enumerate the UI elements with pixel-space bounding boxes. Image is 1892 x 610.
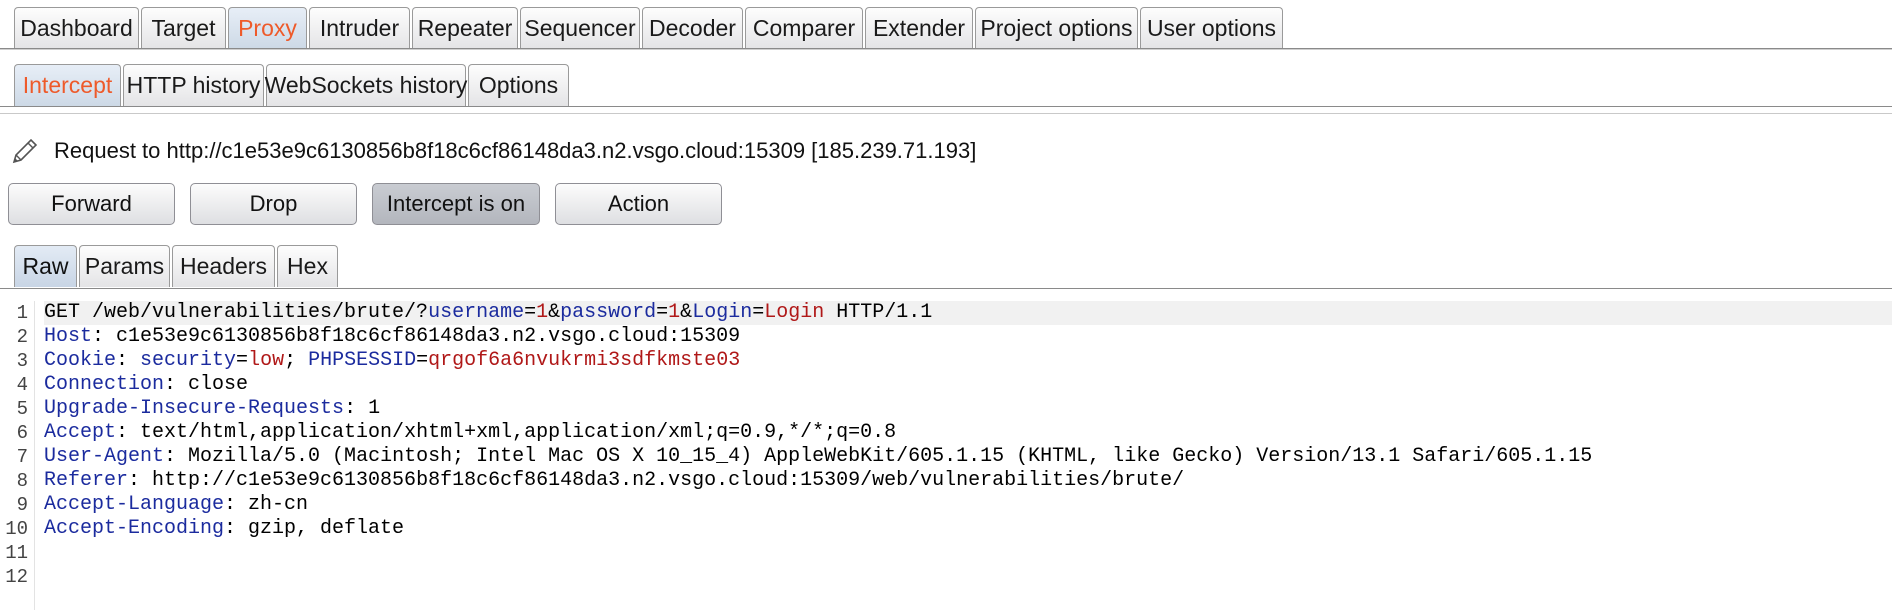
line-number: 8 bbox=[16, 470, 28, 492]
tab-decoder[interactable]: Decoder bbox=[642, 7, 743, 49]
header-name: Host bbox=[44, 325, 93, 348]
line-number: 2 bbox=[16, 326, 28, 348]
raw-request-editor[interactable]: 1 2 3 4 5 6 7 8 9 10 11 12 GET /web/vuln… bbox=[0, 291, 1892, 610]
line-number: 12 bbox=[5, 566, 28, 588]
param-value: 1 bbox=[536, 301, 549, 324]
param-eq: = bbox=[752, 301, 765, 324]
param-amp: & bbox=[548, 301, 561, 324]
http-version: HTTP/1.1 bbox=[824, 301, 933, 324]
action-button[interactable]: Action bbox=[555, 183, 722, 225]
header-value: : http://c1e53e9c6130856b8f18c6cf86148da… bbox=[128, 469, 1185, 492]
header-name: Accept bbox=[44, 421, 117, 444]
tab-target[interactable]: Target bbox=[141, 7, 226, 49]
header-line-host[interactable]: Host: c1e53e9c6130856b8f18c6cf86148da3.n… bbox=[44, 325, 1892, 349]
tab-sequencer[interactable]: Sequencer bbox=[520, 7, 640, 49]
param-key: Login bbox=[692, 301, 753, 324]
cookie-key: PHPSESSID bbox=[308, 349, 417, 372]
header-line-accept-language[interactable]: Accept-Language: zh-cn bbox=[44, 493, 1892, 517]
line-number: 1 bbox=[16, 302, 28, 324]
tab-user-options[interactable]: User options bbox=[1140, 7, 1283, 49]
proxy-tab-divider-lower bbox=[0, 113, 1892, 114]
header-value: : zh-cn bbox=[224, 493, 309, 516]
header-name: Cookie bbox=[44, 349, 117, 372]
tab-raw[interactable]: Raw bbox=[14, 245, 77, 287]
message-view-tab-bar: Raw Params Headers Hex bbox=[0, 245, 1892, 290]
cookie-eq: = bbox=[236, 349, 249, 372]
request-target: Request to http://c1e53e9c6130856b8f18c6… bbox=[10, 135, 976, 167]
main-tab-bar: Dashboard Target Proxy Intruder Repeater… bbox=[0, 0, 1892, 50]
header-value: : close bbox=[164, 373, 249, 396]
tab-headers[interactable]: Headers bbox=[172, 245, 275, 287]
line-number: 3 bbox=[16, 350, 28, 372]
param-key: password bbox=[560, 301, 657, 324]
header-name: Connection bbox=[44, 373, 165, 396]
proxy-tab-divider bbox=[0, 106, 1892, 107]
header-value: : 1 bbox=[344, 397, 381, 420]
cookie-key: security bbox=[140, 349, 237, 372]
intercept-toggle-button[interactable]: Intercept is on bbox=[372, 183, 540, 225]
header-value: : c1e53e9c6130856b8f18c6cf86148da3.n2.vs… bbox=[92, 325, 741, 348]
header-line-user-agent[interactable]: User-Agent: Mozilla/5.0 (Macintosh; Inte… bbox=[44, 445, 1892, 469]
header-name: Accept-Language bbox=[44, 493, 225, 516]
tab-http-history[interactable]: HTTP history bbox=[123, 64, 264, 106]
cookie-value: low bbox=[248, 349, 285, 372]
line-number: 6 bbox=[16, 422, 28, 444]
header-line-accept[interactable]: Accept: text/html,application/xhtml+xml,… bbox=[44, 421, 1892, 445]
param-amp: & bbox=[680, 301, 693, 324]
param-value: 1 bbox=[668, 301, 681, 324]
request-target-label: Request to http://c1e53e9c6130856b8f18c6… bbox=[54, 138, 977, 163]
line-number: 9 bbox=[16, 494, 28, 516]
header-line-upgrade[interactable]: Upgrade-Insecure-Requests: 1 bbox=[44, 397, 1892, 421]
tab-intercept[interactable]: Intercept bbox=[14, 64, 121, 106]
header-line-referer[interactable]: Referer: http://c1e53e9c6130856b8f18c6cf… bbox=[44, 469, 1892, 493]
header-name: Referer bbox=[44, 469, 129, 492]
param-key: username bbox=[428, 301, 525, 324]
cookie-eq: = bbox=[416, 349, 429, 372]
line-number: 7 bbox=[16, 446, 28, 468]
tab-proxy[interactable]: Proxy bbox=[228, 7, 307, 49]
tab-hex[interactable]: Hex bbox=[277, 245, 338, 287]
cookie-value: qrgof6a6nvukrmi3sdfkmste03 bbox=[428, 349, 741, 372]
line-number-gutter: 1 2 3 4 5 6 7 8 9 10 11 12 bbox=[0, 301, 35, 610]
tab-dashboard[interactable]: Dashboard bbox=[14, 7, 139, 49]
empty-line[interactable] bbox=[44, 541, 1892, 565]
header-name: User-Agent bbox=[44, 445, 165, 468]
header-line-connection[interactable]: Connection: close bbox=[44, 373, 1892, 397]
header-value: : gzip, deflate bbox=[224, 517, 405, 540]
cookie-sep: ; bbox=[284, 349, 309, 372]
header-line-accept-encoding[interactable]: Accept-Encoding: gzip, deflate bbox=[44, 517, 1892, 541]
pencil-icon bbox=[10, 136, 40, 166]
header-name: Upgrade-Insecure-Requests bbox=[44, 397, 345, 420]
header-name: Accept-Encoding bbox=[44, 517, 225, 540]
header-value: : Mozilla/5.0 (Macintosh; Intel Mac OS X… bbox=[164, 445, 1593, 468]
forward-button[interactable]: Forward bbox=[8, 183, 175, 225]
drop-button[interactable]: Drop bbox=[190, 183, 357, 225]
tab-project-options[interactable]: Project options bbox=[975, 7, 1138, 49]
line-number: 10 bbox=[5, 518, 28, 540]
empty-line[interactable] bbox=[44, 565, 1892, 589]
param-value: Login bbox=[764, 301, 825, 324]
line-number: 11 bbox=[5, 542, 28, 564]
line-number: 4 bbox=[16, 374, 28, 396]
param-eq: = bbox=[524, 301, 537, 324]
param-eq: = bbox=[656, 301, 669, 324]
header-line-cookie[interactable]: Cookie: security=low; PHPSESSID=qrgof6a6… bbox=[44, 349, 1892, 373]
request-lines: GET /web/vulnerabilities/brute/?username… bbox=[44, 301, 1892, 589]
header-value: : text/html,application/xhtml+xml,applic… bbox=[116, 421, 897, 444]
tab-extender[interactable]: Extender bbox=[865, 7, 973, 49]
view-tab-divider bbox=[0, 288, 1892, 289]
request-method-path: GET /web/vulnerabilities/brute/? bbox=[44, 301, 429, 324]
tab-params[interactable]: Params bbox=[79, 245, 170, 287]
tab-repeater[interactable]: Repeater bbox=[412, 7, 518, 49]
header-sep: : bbox=[116, 349, 141, 372]
tab-comparer[interactable]: Comparer bbox=[745, 7, 863, 49]
tab-websockets-history[interactable]: WebSockets history bbox=[265, 64, 467, 106]
proxy-tab-bar: Intercept HTTP history WebSockets histor… bbox=[0, 50, 1892, 116]
line-number: 5 bbox=[16, 398, 28, 420]
request-line[interactable]: GET /web/vulnerabilities/brute/?username… bbox=[44, 301, 1892, 325]
tab-intruder[interactable]: Intruder bbox=[309, 7, 410, 49]
tab-options[interactable]: Options bbox=[468, 64, 569, 106]
